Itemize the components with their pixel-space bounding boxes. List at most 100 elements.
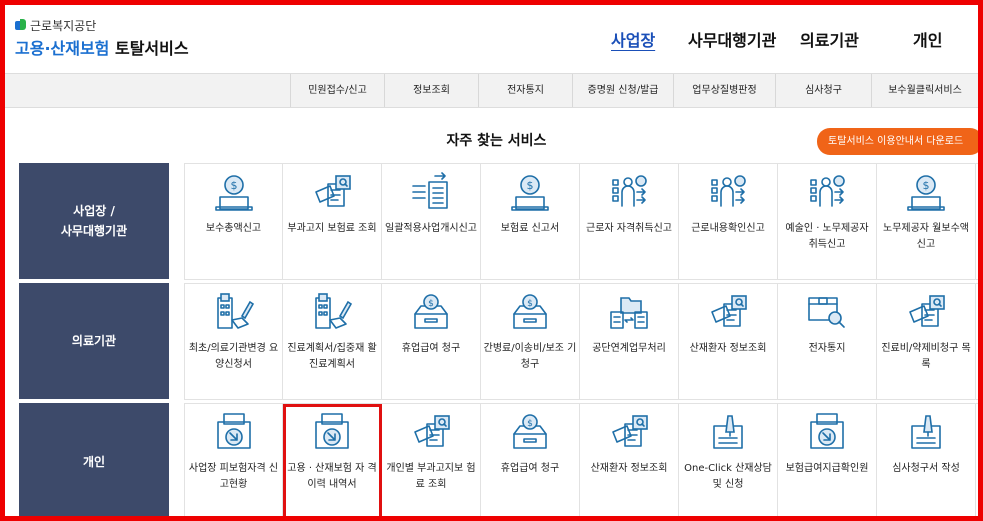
pen-document-icon [904, 412, 948, 452]
printer-download-icon [310, 412, 354, 452]
subnav-click[interactable]: 보수월클릭서비스 [871, 74, 978, 107]
coin-tray-icon: $ [409, 292, 453, 332]
printer-download-icon [212, 412, 256, 452]
service-tile-label: 휴업급여 청구 [500, 463, 560, 474]
subnav-certificate[interactable]: 증명원 신청/발급 [572, 74, 673, 107]
service-tile[interactable]: $ 보험료 신고서 [481, 164, 580, 279]
service-tile[interactable]: 진료계획서/집중재 활진료계획서 [283, 284, 382, 399]
service-tile[interactable]: 산재환자 정보조회 [580, 404, 679, 516]
service-tile[interactable]: 사업장 피보험자격 신고현황 [184, 404, 283, 516]
service-tile[interactable]: 개인별 부과고지보 험료 조회 [382, 404, 481, 516]
document-transfer-icon [409, 172, 453, 212]
service-tile[interactable]: $ 간병료/이송비/보조 기 청구 [481, 284, 580, 399]
person-list-icon [805, 172, 849, 212]
service-tile[interactable]: 근로내용확인신고 [679, 164, 778, 279]
subnav-complaint[interactable]: 민원접수/신고 [290, 74, 384, 107]
service-tile-label: 산재환자 정보조회 [689, 343, 767, 354]
service-tile-label: 보수총액신고 [205, 223, 262, 234]
person-list-icon [607, 172, 651, 212]
site-header: 근로복지공단 고용·산재보험 토탈서비스 사업장 사무대행기관 의료기관 개인 [5, 5, 978, 73]
printer-download-icon [805, 412, 849, 452]
service-tile[interactable]: 공단연계업무처리 [580, 284, 679, 399]
nav-individual[interactable]: 개인 [913, 27, 942, 51]
service-tile[interactable]: 일괄적용사업개시신고 [382, 164, 481, 279]
service-tile[interactable]: One-Click 산재상담 및 신청 [679, 404, 778, 516]
service-tile-label: 최초/의료기관변경 요양신청서 [188, 343, 279, 370]
service-grid: $ 보수총액신고 부과고지 보험료 조회 일괄적용사업개시신고 $ 보험료 신고서 근로자 … [184, 163, 978, 280]
top-nav: 사업장 사무대행기관 의료기관 개인 [5, 27, 978, 53]
coin-tray-icon: $ [508, 412, 552, 452]
svg-text:$: $ [527, 179, 534, 192]
service-tile-label: 개인별 부과고지보 험료 조회 [386, 463, 476, 490]
service-tile-label: 진료비/약제비청구 목록 [881, 343, 971, 370]
service-tile-label: 휴업급여 청구 [401, 343, 461, 354]
category-label: 개인 [19, 403, 169, 516]
svg-text:$: $ [923, 179, 930, 192]
service-tile-label: 고용 · 산재보험 자 격 이력 내역서 [287, 463, 377, 490]
service-row: 의료기관최초/의료기관변경 요양신청서 진료계획서/집중재 활진료계획서 $ 휴업급여… [19, 283, 978, 400]
service-tile-label: One-Click 산재상담 및 신청 [684, 463, 772, 490]
box-search-icon [805, 292, 849, 332]
service-grid: 사업장 피보험자격 신고현황 고용 · 산재보험 자 격 이력 내역서 개인별 부과… [184, 403, 978, 516]
document-search-icon [904, 292, 948, 332]
service-tile-label: 근로내용확인신고 [691, 223, 765, 234]
service-tile-label: 산재환자 정보조회 [590, 463, 668, 474]
subnav-review[interactable]: 심사청구 [775, 74, 871, 107]
service-tile[interactable]: 진료비/약제비청구 목록 [877, 284, 976, 399]
subnav-disease[interactable]: 업무상질병판정 [673, 74, 775, 107]
service-tile[interactable]: 부과고지 보험료 조회 [283, 164, 382, 279]
service-tile-label: 심사청구서 작성 [892, 463, 960, 474]
service-tile-label: 전자통지 [808, 343, 846, 354]
document-search-icon [706, 292, 750, 332]
service-tile[interactable]: 보험급여지급확인원 [778, 404, 877, 516]
money-box-icon: $ [508, 172, 552, 212]
service-tile[interactable]: 심사청구서 작성 [877, 404, 976, 516]
document-search-icon [409, 412, 453, 452]
subnav-notice[interactable]: 전자통지 [478, 74, 572, 107]
service-tile-label: 부과고지 보험료 조회 [287, 223, 377, 234]
service-tile[interactable]: 최초/의료기관변경 요양신청서 [184, 284, 283, 399]
hospital-form-icon [310, 292, 354, 332]
category-label: 의료기관 [19, 283, 169, 399]
nav-medical[interactable]: 의료기관 [800, 27, 859, 51]
page-frame: 근로복지공단 고용·산재보험 토탈서비스 사업장 사무대행기관 의료기관 개인 … [0, 0, 983, 521]
document-search-icon [607, 412, 651, 452]
service-tile-label: 근로자 자격취득신고 [586, 223, 672, 234]
service-tile-label: 예술인 · 노무제공자 취득신고 [785, 223, 869, 250]
service-tile[interactable]: $ 휴업급여 청구 [481, 404, 580, 516]
service-tile[interactable]: $ 휴업급여 청구 [382, 284, 481, 399]
guide-download-button[interactable]: 토탈서비스 이용안내서 다운로드 [817, 128, 978, 155]
svg-text:$: $ [527, 299, 533, 309]
nav-workplace[interactable]: 사업장 [611, 27, 655, 51]
svg-text:$: $ [527, 419, 533, 429]
category-label: 사업장 / 사무대행기관 [19, 163, 169, 279]
service-tile[interactable]: 산재환자 정보조회 [679, 284, 778, 399]
service-tile-label: 일괄적용사업개시신고 [385, 223, 477, 234]
service-tile[interactable]: 근로자 자격취득신고 [580, 164, 679, 279]
service-tile-label: 노무제공자 월보수액 신고 [883, 223, 969, 250]
category-text: 사업장 / 사무대행기관 [60, 203, 128, 238]
service-tile-label: 진료계획서/집중재 활진료계획서 [287, 343, 377, 370]
subnav-info[interactable]: 정보조회 [384, 74, 478, 107]
service-tile[interactable]: 전자통지 [778, 284, 877, 399]
service-tile[interactable]: $ 보수총액신고 [184, 164, 283, 279]
money-box-icon: $ [212, 172, 256, 212]
pen-document-icon [706, 412, 750, 452]
hospital-form-icon [212, 292, 256, 332]
service-tile[interactable]: 고용 · 산재보험 자 격 이력 내역서 [283, 404, 382, 516]
svg-text:$: $ [230, 179, 237, 192]
service-tile-label: 보험급여지급확인원 [785, 463, 869, 474]
service-tile[interactable]: $ 노무제공자 월보수액 신고 [877, 164, 976, 279]
service-row: 사업장 / 사무대행기관 $ 보수총액신고 부과고지 보험료 조회 일괄적용사업개시신고… [19, 163, 978, 280]
svg-text:$: $ [428, 299, 434, 309]
service-row: 개인 사업장 피보험자격 신고현황 고용 · 산재보험 자 격 이력 내역서 개인별 … [19, 403, 978, 516]
person-list-icon [706, 172, 750, 212]
service-tile[interactable]: 예술인 · 노무제공자 취득신고 [778, 164, 877, 279]
category-text: 개인 [82, 455, 106, 470]
service-grid: 최초/의료기관변경 요양신청서 진료계획서/집중재 활진료계획서 $ 휴업급여 청구 $… [184, 283, 978, 400]
service-tile-label: 간병료/이송비/보조 기 청구 [483, 343, 577, 370]
coin-tray-icon: $ [508, 292, 552, 332]
nav-agency[interactable]: 사무대행기관 [688, 27, 776, 51]
category-text: 의료기관 [71, 333, 117, 348]
service-tile-label: 공단연계업무처리 [592, 343, 666, 354]
